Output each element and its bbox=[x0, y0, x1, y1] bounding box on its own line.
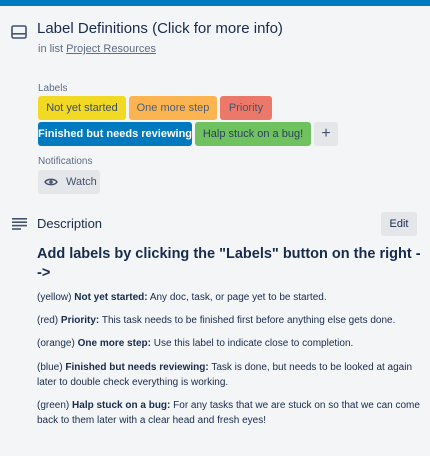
description-paragraph: (red) Priority: This task needs to be fi… bbox=[37, 313, 423, 328]
paragraph-term: One more step: bbox=[77, 338, 151, 349]
in-list-prefix: in list bbox=[38, 43, 64, 55]
description-heading: Description bbox=[37, 216, 103, 231]
paragraph-text: This task needs to be finished first bef… bbox=[101, 315, 396, 326]
card-title[interactable]: Label Definitions (Click for more info) bbox=[37, 20, 283, 37]
add-label-button[interactable]: + bbox=[314, 122, 338, 146]
in-list-line: in list Project Resources bbox=[38, 43, 156, 55]
plus-icon: + bbox=[321, 125, 331, 142]
card-icon bbox=[11, 25, 27, 39]
label-halp-stuck-on-a-bug[interactable]: Halp stuck on a bug! bbox=[195, 122, 311, 146]
label-priority[interactable]: Priority bbox=[220, 96, 272, 120]
description-paragraph: (orange) One more step: Use this label t… bbox=[37, 336, 423, 351]
eye-icon bbox=[44, 178, 58, 186]
paragraph-term: Not yet started: bbox=[74, 292, 148, 303]
paragraph-prefix: (blue) bbox=[37, 362, 63, 373]
list-link[interactable]: Project Resources bbox=[66, 43, 156, 55]
paragraph-term: Priority: bbox=[60, 315, 100, 326]
label-one-more-step[interactable]: One more step bbox=[129, 96, 217, 120]
paragraph-prefix: (orange) bbox=[37, 338, 75, 349]
description-paragraph: (green) Halp stuck on a bug: For any tas… bbox=[37, 398, 423, 428]
paragraph-prefix: (yellow) bbox=[37, 292, 72, 303]
label-finished-but-needs-reviewing[interactable]: Finished but needs reviewing bbox=[38, 122, 192, 146]
edit-description-button[interactable]: Edit bbox=[381, 212, 417, 236]
description-paragraph: (blue) Finished but needs reviewing: Tas… bbox=[37, 360, 423, 390]
paragraph-text: Any doc, task, or page yet to be started… bbox=[149, 292, 327, 303]
label-not-yet-started[interactable]: Not yet started bbox=[38, 96, 126, 120]
paragraph-prefix: (green) bbox=[37, 400, 70, 411]
notifications-heading: Notifications bbox=[38, 156, 93, 167]
description-paragraph: (yellow) Not yet started: Any doc, task,… bbox=[37, 290, 423, 305]
watch-label: Watch bbox=[66, 176, 97, 188]
labels-heading: Labels bbox=[38, 83, 68, 94]
paragraph-term: Finished but needs reviewing: bbox=[65, 362, 209, 373]
top-accent-bar bbox=[0, 0, 430, 6]
description-lead: Add labels by clicking the "Labels" butt… bbox=[37, 246, 421, 281]
watch-button[interactable]: Watch bbox=[38, 170, 100, 194]
paragraph-term: Halp stuck on a bug: bbox=[72, 400, 171, 411]
paragraph-text: Use this label to indicate close to comp… bbox=[153, 338, 354, 349]
paragraph-prefix: (red) bbox=[37, 315, 59, 326]
description-icon bbox=[12, 218, 27, 230]
